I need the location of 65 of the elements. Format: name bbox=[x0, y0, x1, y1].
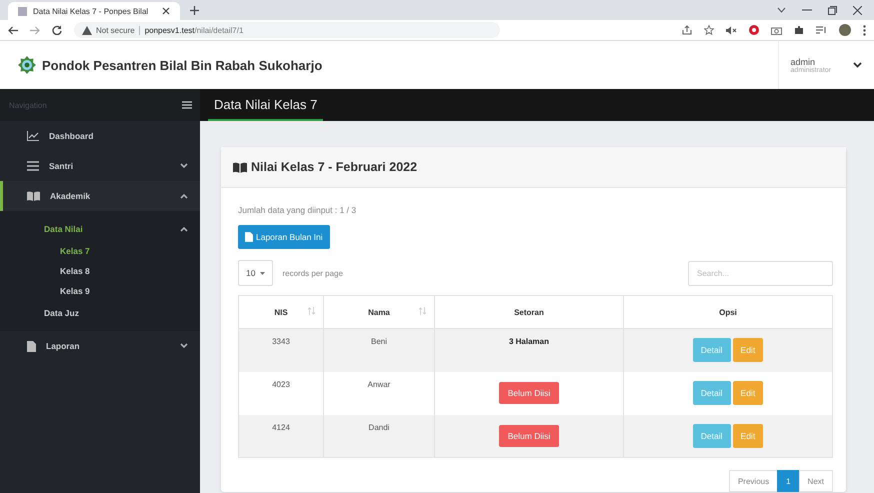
status-badge: Belum Diisi bbox=[498, 382, 560, 404]
close-icon[interactable] bbox=[162, 7, 170, 15]
document-icon bbox=[245, 232, 253, 242]
muted-speaker-icon[interactable] bbox=[726, 26, 737, 34]
page-length-label: records per page bbox=[282, 268, 343, 278]
status-badge: Belum Diisi bbox=[498, 424, 560, 447]
back-arrow-icon[interactable] bbox=[8, 26, 18, 34]
previous-button[interactable]: Previous bbox=[728, 470, 778, 492]
chevron-down-icon[interactable] bbox=[777, 7, 786, 13]
column-header: Opsi bbox=[624, 296, 832, 328]
table-cell: Dandi bbox=[324, 414, 434, 458]
page-icon bbox=[18, 6, 27, 16]
playlist-icon[interactable] bbox=[816, 26, 827, 34]
search-field[interactable]: Search... bbox=[688, 260, 833, 286]
minimize-icon[interactable] bbox=[802, 9, 812, 11]
close-icon[interactable] bbox=[853, 6, 862, 14]
brand-title: Pondok Pesantren Bilal Bin Rabah Sukoharjo bbox=[42, 58, 322, 72]
logo-icon bbox=[18, 56, 36, 74]
table-cell: 4124 bbox=[238, 414, 324, 458]
address-field[interactable]: Not secure ponpesv1.test/nilai/detail7/1 bbox=[74, 22, 500, 38]
restore-icon[interactable] bbox=[828, 6, 837, 14]
report-button[interactable]: Laporan Bulan Ini bbox=[238, 225, 330, 249]
warning-icon bbox=[82, 26, 92, 34]
share-icon[interactable] bbox=[682, 25, 692, 35]
chart-icon bbox=[27, 131, 39, 141]
sidebar-item[interactable]: Kelas 9 bbox=[0, 281, 200, 301]
puzzle-icon[interactable] bbox=[794, 25, 804, 35]
caret-down-icon bbox=[260, 272, 266, 274]
column-header: Setoran bbox=[434, 296, 624, 328]
book-icon bbox=[233, 162, 247, 172]
sidebar-item[interactable]: Akademik bbox=[0, 181, 200, 211]
next-button[interactable]: Next bbox=[798, 470, 833, 492]
sidebar-item[interactable]: Santri bbox=[0, 151, 200, 181]
sidebar-item[interactable]: Kelas 7 bbox=[0, 241, 200, 261]
table-cell: Beni bbox=[324, 328, 434, 372]
chevron-down-icon bbox=[853, 62, 862, 68]
sidebar-item[interactable]: Laporan bbox=[0, 331, 200, 361]
page-button[interactable]: 1 bbox=[777, 470, 800, 492]
user-name: admin bbox=[790, 56, 816, 66]
sidebar-item[interactable]: Kelas 8 bbox=[0, 261, 200, 281]
sidebar-item[interactable]: Dashboard bbox=[0, 121, 200, 151]
more-icon[interactable] bbox=[863, 24, 866, 36]
sort-icon bbox=[419, 307, 426, 315]
reload-icon[interactable] bbox=[52, 25, 62, 35]
column-header[interactable]: NIS bbox=[238, 296, 324, 328]
sidebar-item[interactable]: Data Nilai bbox=[0, 217, 200, 241]
table-cell: 3343 bbox=[238, 328, 324, 372]
page-length-select[interactable]: 10 bbox=[238, 260, 274, 286]
menu-icon[interactable] bbox=[182, 101, 192, 109]
avatar-icon[interactable] bbox=[839, 24, 851, 36]
sidebar-item[interactable]: Data Juz bbox=[0, 301, 200, 325]
star-icon[interactable] bbox=[704, 25, 714, 35]
browser-tab[interactable]: Data Nilai Kelas 7 - Ponpes Bilal bbox=[8, 2, 180, 20]
sort-icon bbox=[308, 307, 315, 315]
plus-icon[interactable] bbox=[190, 6, 199, 14]
list-icon bbox=[27, 161, 39, 171]
card-title: Nilai Kelas 7 - Februari 2022 bbox=[251, 160, 418, 174]
camera-icon[interactable] bbox=[771, 26, 782, 34]
document-icon bbox=[27, 340, 36, 352]
page-title: Data Nilai Kelas 7 bbox=[208, 89, 324, 121]
summary-text: Jumlah data yang diinput : 1 / 3 bbox=[238, 205, 356, 215]
book-icon bbox=[27, 191, 40, 201]
record-icon[interactable] bbox=[749, 25, 759, 35]
tab-title: Data Nilai Kelas 7 - Ponpes Bilal bbox=[33, 6, 150, 16]
table-cell: 3 Halaman bbox=[434, 328, 624, 372]
